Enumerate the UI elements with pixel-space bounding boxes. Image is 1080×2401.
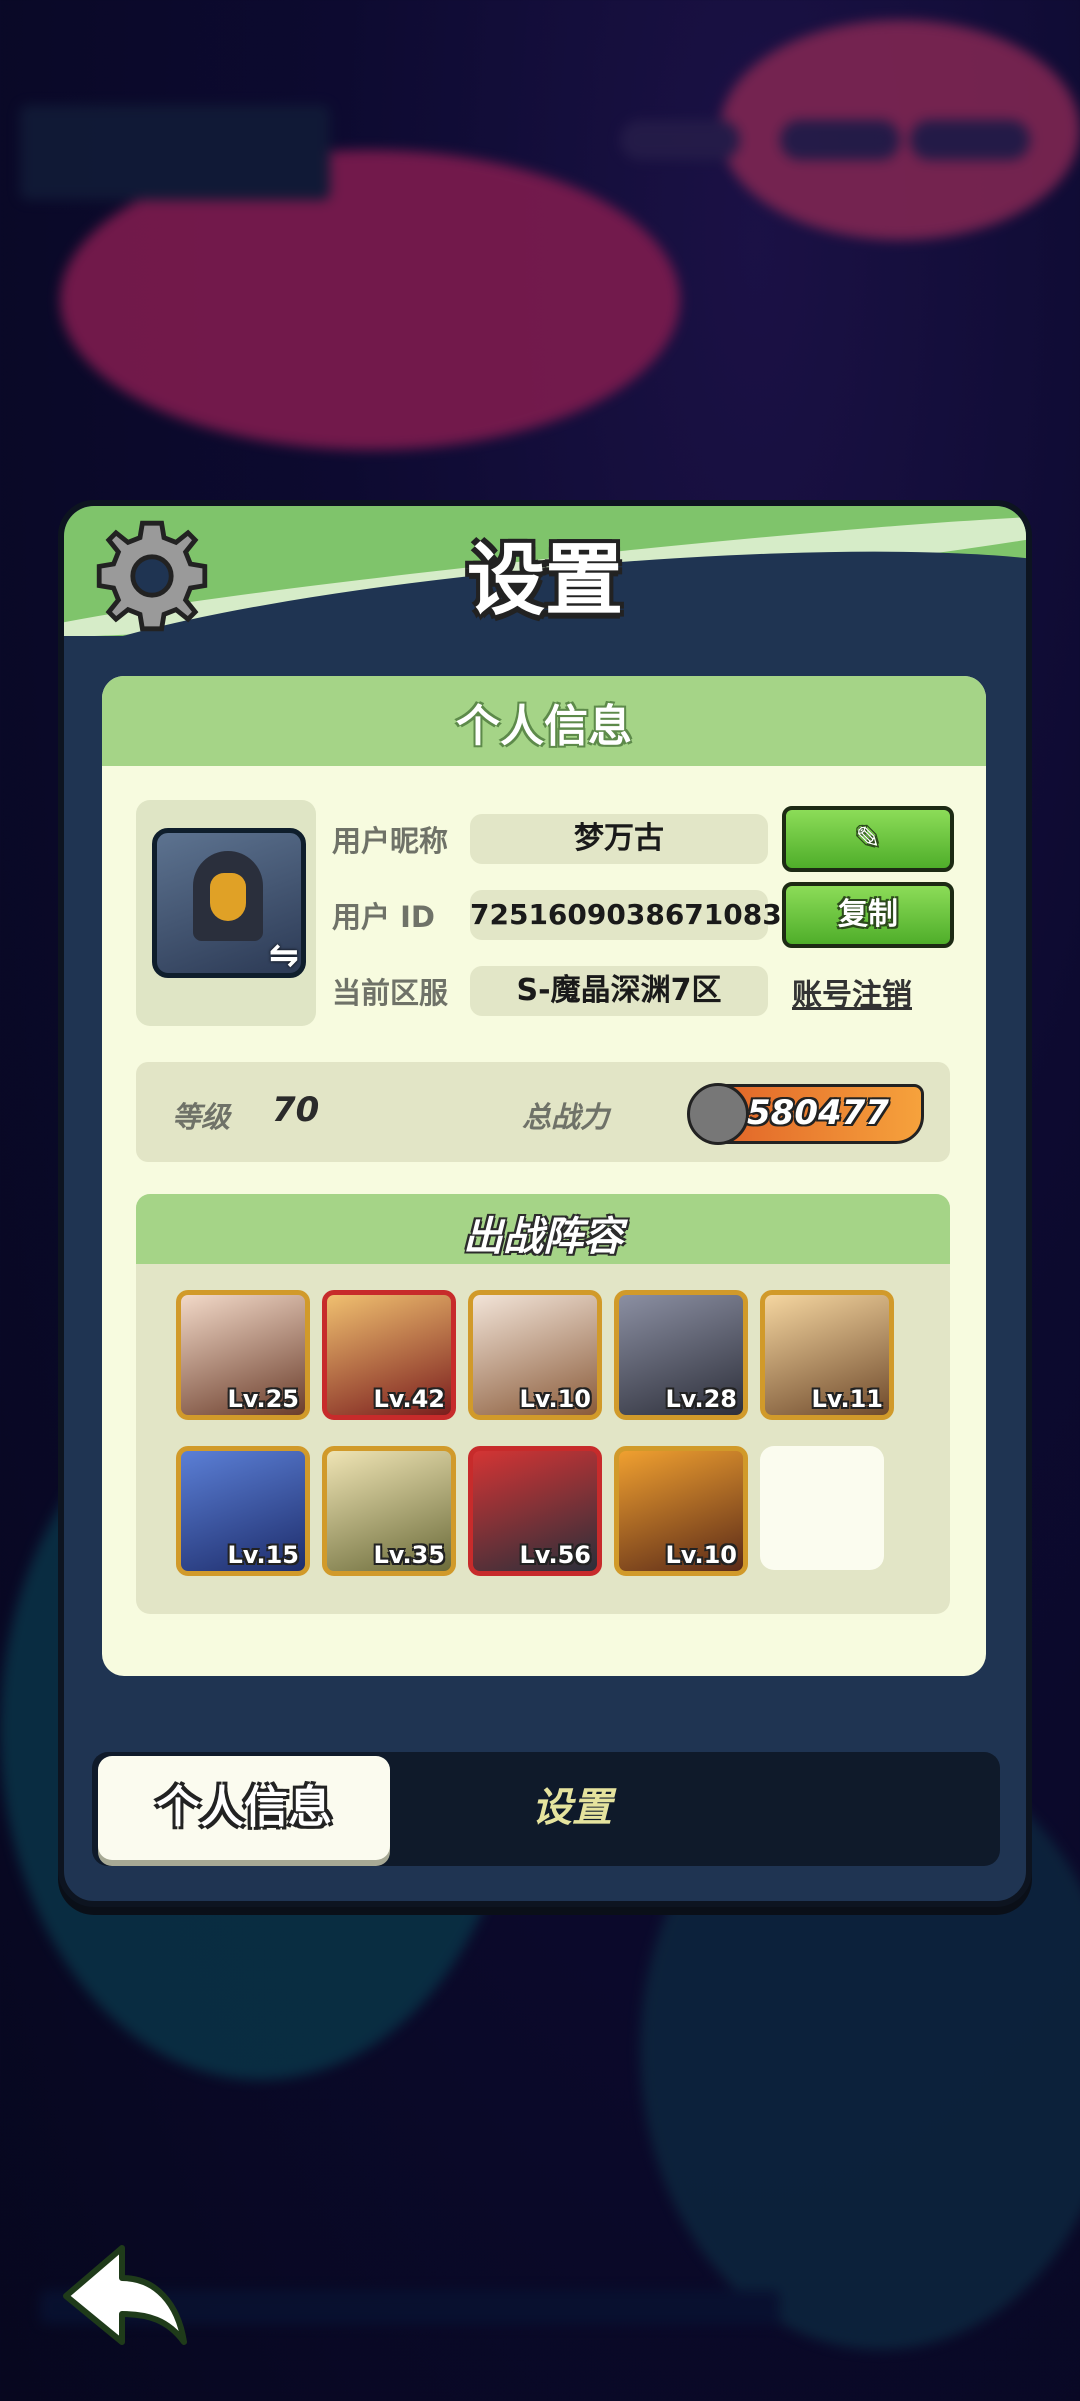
power-label: 总战力 xyxy=(522,1100,610,1134)
avatar[interactable]: ⇋ xyxy=(152,828,306,978)
hero-slot[interactable]: Lv.28 xyxy=(614,1290,748,1420)
edit-nickname-button[interactable]: ✎ xyxy=(782,806,954,872)
power-value: 580477 xyxy=(747,1093,889,1133)
settings-dialog: 设置 个人信息 ⇋ 用户昵称 梦万古 ✎ 用户 ID 7251609038671… xyxy=(58,500,1032,1907)
copy-button[interactable]: 复制 xyxy=(782,882,954,948)
bottom-tabs: 个人信息 设置 xyxy=(92,1752,1000,1866)
section-title: 个人信息 xyxy=(456,701,632,752)
swap-icon[interactable]: ⇋ xyxy=(261,933,307,979)
hero-slot[interactable]: Lv.11 xyxy=(760,1290,894,1420)
hero-slot[interactable]: Lv.15 xyxy=(176,1446,310,1576)
uid-value: 7251609038671083 xyxy=(470,890,782,940)
hero-slot[interactable]: Lv.56 xyxy=(468,1446,602,1576)
delete-account-link[interactable]: 账号注销 xyxy=(792,970,912,1014)
level-value: 70 xyxy=(272,1090,320,1130)
hero-slot[interactable]: Lv.25 xyxy=(176,1290,310,1420)
tab-personal-info[interactable]: 个人信息 xyxy=(98,1756,390,1860)
battle-lineup: 出战阵容 Lv.25 Lv.42 Lv.10 Lv.28 Lv.11 Lv.15 Lv.35… xyxy=(136,1194,950,1614)
nickname-label: 用户昵称 xyxy=(332,824,449,858)
dialog-title: 设置 xyxy=(466,536,623,626)
avatar-frame: ⇋ xyxy=(136,800,316,1026)
nickname-value: 梦万古 xyxy=(470,814,768,864)
level-label: 等级 xyxy=(172,1100,231,1134)
hero-level: Lv.25 xyxy=(227,1385,300,1413)
uid-label: 用户 ID xyxy=(332,900,435,934)
hero-level: Lv.56 xyxy=(519,1541,592,1569)
personal-info-card: 个人信息 ⇋ 用户昵称 梦万古 ✎ 用户 ID 7251609038671083… xyxy=(102,676,986,1676)
hero-level: Lv.42 xyxy=(373,1385,446,1413)
tab-settings[interactable]: 设置 xyxy=(472,1756,672,1860)
hero-level: Lv.11 xyxy=(811,1385,884,1413)
hero-slot[interactable]: Lv.10 xyxy=(468,1290,602,1420)
hero-level: Lv.28 xyxy=(665,1385,738,1413)
lineup-title: 出战阵容 xyxy=(463,1214,623,1260)
hero-level: Lv.35 xyxy=(373,1541,446,1569)
hero-slot[interactable]: Lv.35 xyxy=(322,1446,456,1576)
stats-row: 等级 70 总战力 580477 xyxy=(136,1062,950,1162)
hero-slot[interactable]: Lv.42 xyxy=(322,1290,456,1420)
back-arrow-icon[interactable] xyxy=(60,2238,190,2350)
pencil-icon: ✎ xyxy=(855,821,881,856)
hero-slot[interactable]: Lv.10 xyxy=(614,1446,748,1576)
hero-level: Lv.15 xyxy=(227,1541,300,1569)
server-value: S-魔晶深渊7区 xyxy=(470,966,768,1016)
sword-icon xyxy=(687,1083,749,1145)
empty-hero-slot[interactable] xyxy=(760,1446,884,1570)
server-label: 当前区服 xyxy=(332,976,449,1010)
power-badge: 580477 xyxy=(687,1083,924,1145)
hero-level: Lv.10 xyxy=(665,1541,738,1569)
hero-level: Lv.10 xyxy=(519,1385,592,1413)
